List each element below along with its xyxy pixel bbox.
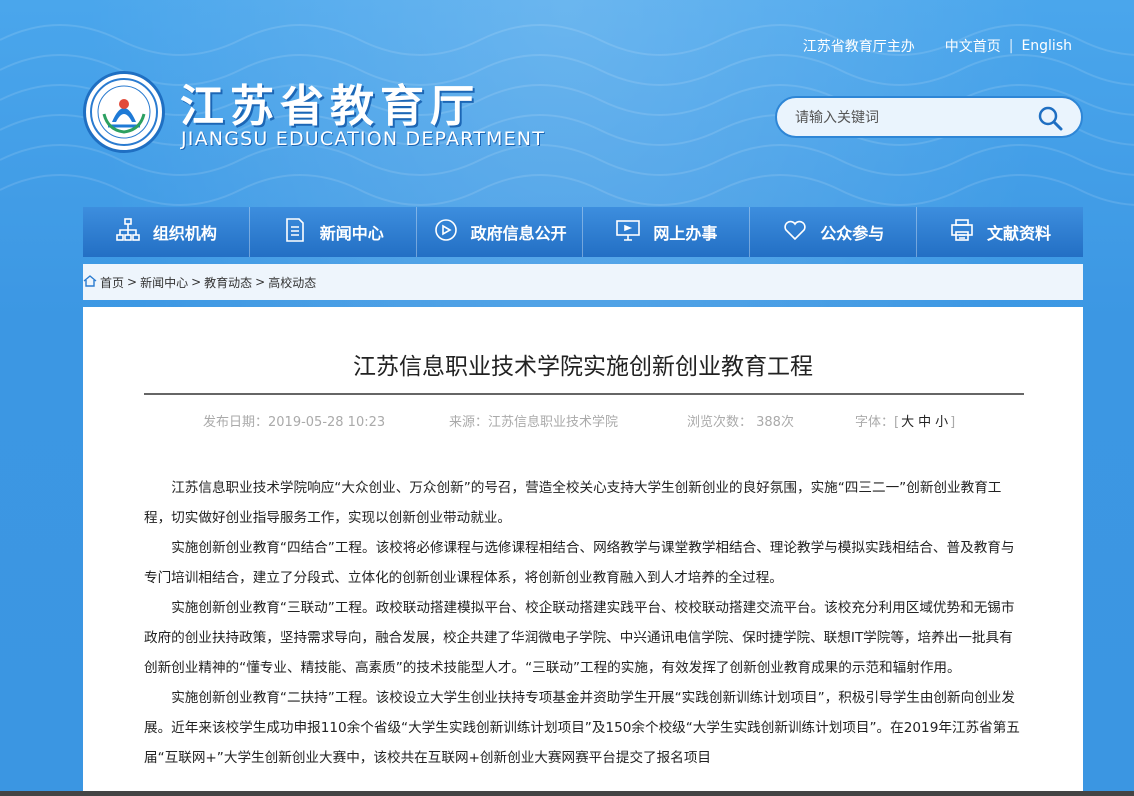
font-size-close: ] [950,415,956,430]
site-subtitle: JIANGSU EDUCATION DEPARTMENT [181,128,546,150]
org-chart-icon [115,217,141,247]
announcement-icon [433,217,459,247]
breadcrumb: 首页 > 新闻中心 > 教育动态 > 高校动态 [83,271,316,293]
breadcrumb-sep: > [255,275,266,289]
search-box [775,96,1083,138]
printer-icon [949,217,975,247]
search-input[interactable] [795,107,1025,129]
nav-label: 政府信息公开 [470,224,567,243]
main-nav: 组织机构 新闻中心 政府信息公开 网上办事 公众参与 文献资料 [83,207,1083,257]
monitor-icon [615,217,641,247]
site-title: 江苏省教育厅 [180,81,480,132]
lang-separator: | [1008,38,1014,54]
article-paragraph: 实施创新创业教育“二扶持”工程。该校设立大学生创业扶持专项基金并资助学生开展“实… [144,690,1020,766]
article-card: 江苏信息职业技术学院实施创新创业教育工程 发布日期：2019-05-28 10:… [83,307,1083,796]
font-size-switcher: 字体：[大中小] [855,411,955,430]
nav-item-online-service[interactable]: 网上办事 [583,207,751,257]
english-link[interactable]: English [1021,38,1072,54]
breadcrumb-sep: > [127,275,138,289]
article-meta: 发布日期：2019-05-28 10:23 来源：江苏信息职业技术学院 浏览次数… [203,411,983,430]
article-paragraph: 实施创新创业教育“四结合”工程。该校将必修课程与选修课程相结合、网络教学与课堂教… [144,540,1015,586]
font-small-button[interactable]: 小 [935,415,948,430]
heart-icon [782,217,808,247]
education-department-emblem-icon[interactable] [83,71,165,153]
nav-label: 组织机构 [152,224,217,243]
article-title: 江苏信息职业技术学院实施创新创业教育工程 [353,354,813,380]
article-body: 江苏信息职业技术学院响应“大众创业、万众创新”的号召，营造全校关心支持大学生创新… [144,473,1024,773]
chinese-home-link[interactable]: 中文首页 [945,36,1001,56]
nav-item-literature[interactable]: 文献资料 [917,207,1083,257]
nav-item-gov-info[interactable]: 政府信息公开 [417,207,584,257]
nav-label: 公众参与 [820,224,885,243]
breadcrumb-home[interactable]: 首页 [100,274,124,291]
search-icon[interactable] [1037,105,1063,131]
breadcrumb-university-news[interactable]: 高校动态 [268,274,316,291]
host-text: 江苏省教育厅主办 [802,39,915,55]
breadcrumb-sep: > [191,275,202,289]
nav-label: 网上办事 [653,224,718,243]
article-paragraph: 实施创新创业教育“三联动”工程。政校联动搭建模拟平台、校企联动搭建实践平台、校校… [144,600,1015,676]
breadcrumb-edu-news[interactable]: 教育动态 [204,274,252,291]
view-count: 浏览次数： 388次 [687,415,794,430]
home-icon [83,274,97,291]
nav-item-news[interactable]: 新闻中心 [250,207,417,257]
font-size-label: 字体：[ [855,415,900,430]
nav-label: 新闻中心 [319,224,384,243]
article-paragraph: 江苏信息职业技术学院响应“大众创业、万众创新”的号召，营造全校关心支持大学生创新… [144,480,1002,526]
title-divider [144,393,1024,395]
publish-date: 发布日期：2019-05-28 10:23 [203,415,386,430]
document-icon [282,217,308,247]
top-links: 江苏省教育厅主办 中文首页 | English [803,36,1072,56]
nav-item-organization[interactable]: 组织机构 [83,207,250,257]
font-medium-button[interactable]: 中 [918,415,931,430]
nav-label: 文献资料 [987,224,1052,243]
font-large-button[interactable]: 大 [901,415,914,430]
article-source: 来源：江苏信息职业技术学院 [449,415,619,430]
breadcrumb-news[interactable]: 新闻中心 [140,274,188,291]
nav-item-public-participation[interactable]: 公众参与 [750,207,918,257]
bottom-scroll-edge [0,791,1134,796]
